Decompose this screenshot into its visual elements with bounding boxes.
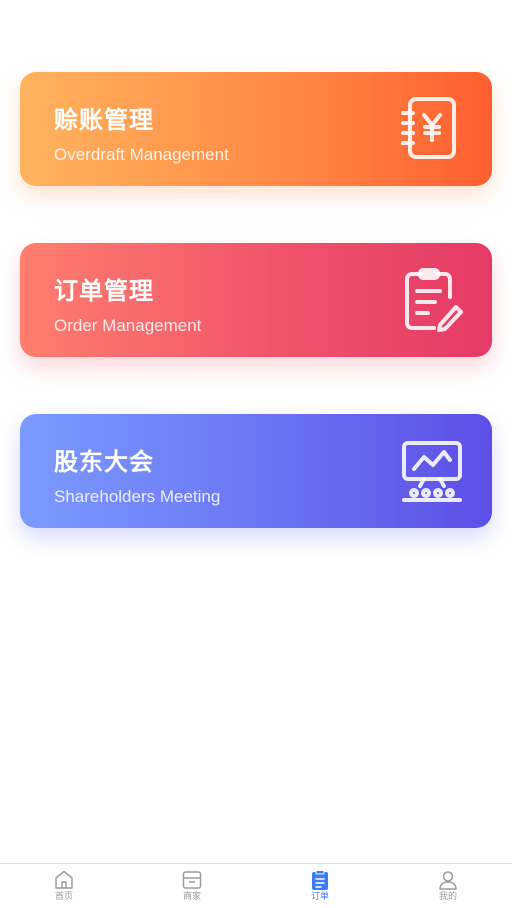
tab-orders[interactable]: 订单 bbox=[256, 864, 384, 908]
bottom-tab-bar: 首页 商家 订单 我的 bbox=[0, 863, 512, 908]
card-title: 赊账管理 bbox=[54, 106, 154, 134]
order-list-icon bbox=[312, 870, 328, 890]
card-title: 股东大会 bbox=[54, 448, 154, 476]
tab-profile[interactable]: 我的 bbox=[384, 864, 512, 908]
home-icon bbox=[55, 870, 73, 889]
card-title: 订单管理 bbox=[54, 277, 154, 305]
presentation-board-icon bbox=[402, 441, 462, 502]
tab-store[interactable]: 商家 bbox=[128, 864, 256, 908]
overdraft-management-card[interactable]: 赊账管理 Overdraft Management bbox=[20, 72, 492, 186]
tab-label: 商家 bbox=[182, 892, 201, 902]
tab-label: 订单 bbox=[310, 892, 329, 902]
ledger-yen-icon bbox=[401, 97, 456, 159]
shareholders-meeting-card[interactable]: 股东大会 Shareholders Meeting bbox=[20, 414, 492, 528]
tab-label: 首页 bbox=[54, 892, 73, 902]
clipboard-edit-icon bbox=[405, 268, 463, 332]
user-icon bbox=[439, 871, 457, 890]
tab-label: 我的 bbox=[438, 892, 457, 902]
card-subtitle: Overdraft Management bbox=[54, 145, 229, 164]
order-center-screen: 赊账管理 Overdraft Management 订单管理 Order Man… bbox=[0, 0, 512, 908]
tab-home[interactable]: 首页 bbox=[0, 864, 128, 908]
card-subtitle: Shareholders Meeting bbox=[54, 487, 221, 506]
store-icon bbox=[182, 871, 202, 889]
order-management-card[interactable]: 订单管理 Order Management bbox=[20, 243, 492, 357]
card-subtitle: Order Management bbox=[54, 316, 202, 335]
